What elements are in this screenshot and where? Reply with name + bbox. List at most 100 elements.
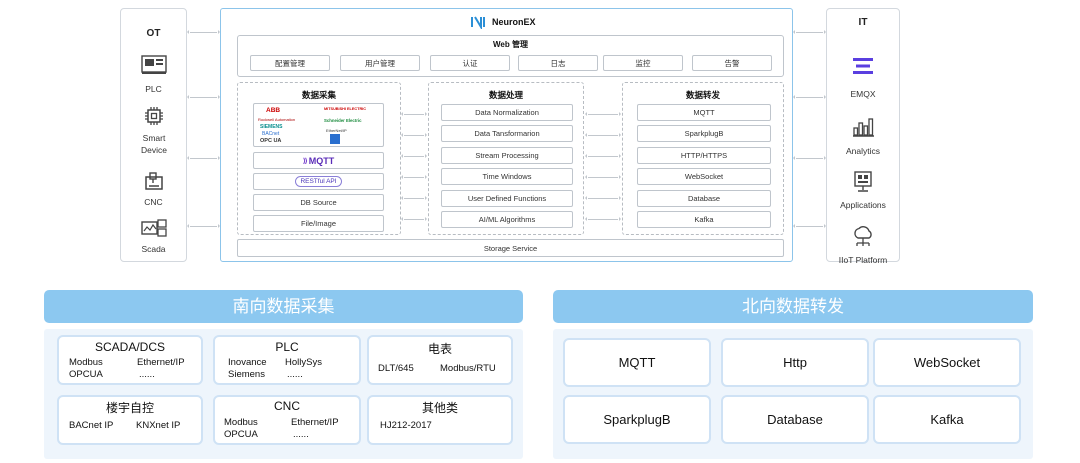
storage-service[interactable]: Storage Service <box>237 239 784 257</box>
brand-mitsubishi: MITSUBISHI ELECTRIC <box>324 107 366 111</box>
hms-logo-icon <box>330 134 340 144</box>
collect-process-connector <box>401 196 427 200</box>
ot-panel: OT PLC Smart Device CNC Scada <box>120 8 187 262</box>
it-item-label: Applications <box>840 200 886 210</box>
process-item[interactable]: Stream Processing <box>441 147 573 164</box>
it-connector <box>793 156 826 160</box>
north-item-kafka[interactable]: Kafka <box>873 395 1021 444</box>
bar-chart-icon <box>853 118 874 137</box>
forward-item[interactable]: MQTT <box>637 104 771 121</box>
industrial-brands-box: ABB MITSUBISHI ELECTRIC Rockwell Automat… <box>253 103 384 147</box>
forward-item[interactable]: Kafka <box>637 211 771 228</box>
north-item-http[interactable]: Http <box>721 338 869 387</box>
web-item[interactable]: 认证 <box>430 55 510 71</box>
card-item: Modbus <box>69 357 103 368</box>
brand-opcua: OPC UA <box>260 138 282 144</box>
south-card-plc: PLC Inovance HollySys Siemens ...... <box>213 335 361 385</box>
collect-restful-api[interactable]: RESTful API <box>253 173 384 190</box>
process-item[interactable]: AI/ML Algorithms <box>441 211 573 228</box>
web-management: Web 管理 配置管理 用户管理 认证 日志 监控 告警 <box>237 35 784 77</box>
data-processing-section: 数据处理 Data Normalization Data Tansformari… <box>428 82 584 235</box>
neuronex-block: NeuronEX Web 管理 配置管理 用户管理 认证 日志 监控 告警 数据… <box>220 8 793 262</box>
web-item[interactable]: 监控 <box>603 55 683 71</box>
card-title: 其他类 <box>421 401 458 415</box>
data-forwarding-section: 数据转发 MQTT SparkplugB HTTP/HTTPS WebSocke… <box>622 82 784 235</box>
scada-icon <box>140 219 167 237</box>
collect-process-connector <box>401 175 427 179</box>
web-item[interactable]: 配置管理 <box>250 55 330 71</box>
process-item[interactable]: Data Normalization <box>441 104 573 121</box>
collect-mqtt-label: MQTT <box>308 155 335 166</box>
neuronex-logo: NeuronEX <box>469 14 536 30</box>
card-title: 电表 <box>427 342 452 356</box>
card-item: HJ212-2017 <box>380 420 432 431</box>
web-item[interactable]: 日志 <box>518 55 598 71</box>
collect-restful-api-label: RESTful API <box>295 176 342 187</box>
collect-process-connector <box>401 154 427 158</box>
web-management-title: Web 管理 <box>493 40 528 49</box>
collect-file-image[interactable]: File/Image <box>253 215 384 232</box>
it-item-label: EMQX <box>850 89 876 99</box>
card-title: SCADA/DCS <box>94 340 165 354</box>
process-forward-connector <box>585 196 621 200</box>
applications-icon <box>854 171 872 192</box>
card-item: BACnet IP <box>69 420 114 431</box>
south-card-other: 其他类 HJ212-2017 <box>367 395 513 445</box>
data-collection-section: 数据采集 ABB MITSUBISHI ELECTRIC Rockwell Au… <box>237 82 401 235</box>
data-forwarding-title: 数据转发 <box>685 90 720 100</box>
card-item: Modbus <box>224 417 258 428</box>
forward-item[interactable]: SparkplugB <box>637 125 771 142</box>
north-item-sparkplugb[interactable]: SparkplugB <box>563 395 711 444</box>
web-item[interactable]: 用户管理 <box>340 55 420 71</box>
card-title: CNC <box>274 399 300 413</box>
card-item: OPCUA <box>69 369 103 380</box>
cnc-icon <box>144 172 163 190</box>
neuronex-title: NeuronEX <box>492 17 536 27</box>
process-forward-connector <box>585 175 621 179</box>
ot-connector <box>187 95 220 99</box>
south-title: 南向数据采集 <box>44 290 523 323</box>
north-item-database[interactable]: Database <box>721 395 869 444</box>
ot-connector <box>187 156 220 160</box>
brand-bacnet: BACnet <box>262 131 280 137</box>
collect-mqtt[interactable]: ⟫ MQTT <box>253 152 384 169</box>
south-card-scada-dcs: SCADA/DCS Modbus Ethernet/IP OPCUA .....… <box>57 335 203 385</box>
south-card-building: 楼宇自控 BACnet IP KNXnet IP <box>57 395 203 445</box>
collect-process-connector <box>401 112 427 116</box>
forward-item[interactable]: HTTP/HTTPS <box>637 147 771 164</box>
ot-item-label: Scada <box>141 244 166 254</box>
card-item: Siemens <box>228 369 265 380</box>
card-item: Modbus/RTU <box>440 363 496 374</box>
north-item-mqtt[interactable]: MQTT <box>563 338 711 387</box>
card-item: ...... <box>287 369 303 380</box>
card-item: ...... <box>293 429 309 440</box>
forward-item[interactable]: Database <box>637 190 771 207</box>
process-item[interactable]: User Defined Functions <box>441 190 573 207</box>
brand-siemens: SIEMENS <box>260 124 283 130</box>
ot-item-label: Smart Device <box>141 133 167 155</box>
collect-process-connector <box>401 133 427 137</box>
process-item[interactable]: Data Tansformarion <box>441 125 573 142</box>
north-item-websocket[interactable]: WebSocket <box>873 338 1021 387</box>
it-connector <box>793 224 826 228</box>
card-item: KNXnet IP <box>136 420 181 431</box>
card-item: Ethernet/IP <box>291 417 339 428</box>
south-card-meter: 电表 DLT/645 Modbus/RTU <box>367 335 513 385</box>
process-item[interactable]: Time Windows <box>441 168 573 185</box>
process-forward-connector <box>585 133 621 137</box>
card-item: HollySys <box>285 357 322 368</box>
it-title: IT <box>858 17 868 28</box>
forward-item[interactable]: WebSocket <box>637 168 771 185</box>
ot-item-label: PLC <box>145 84 162 94</box>
neuronex-logo-icon <box>471 16 485 29</box>
mqtt-logo-icon: ⟫ <box>302 157 308 165</box>
collect-db-source[interactable]: DB Source <box>253 194 384 211</box>
cloud-platform-icon <box>854 226 872 246</box>
brand-rockwell: Rockwell Automation <box>258 117 296 122</box>
south-card-cnc: CNC Modbus Ethernet/IP OPCUA ...... <box>213 395 361 445</box>
web-item[interactable]: 告警 <box>692 55 772 71</box>
brand-abb: ABB <box>266 107 281 114</box>
emqx-icon <box>853 58 873 74</box>
ot-connector <box>187 224 220 228</box>
chip-icon <box>144 107 163 125</box>
